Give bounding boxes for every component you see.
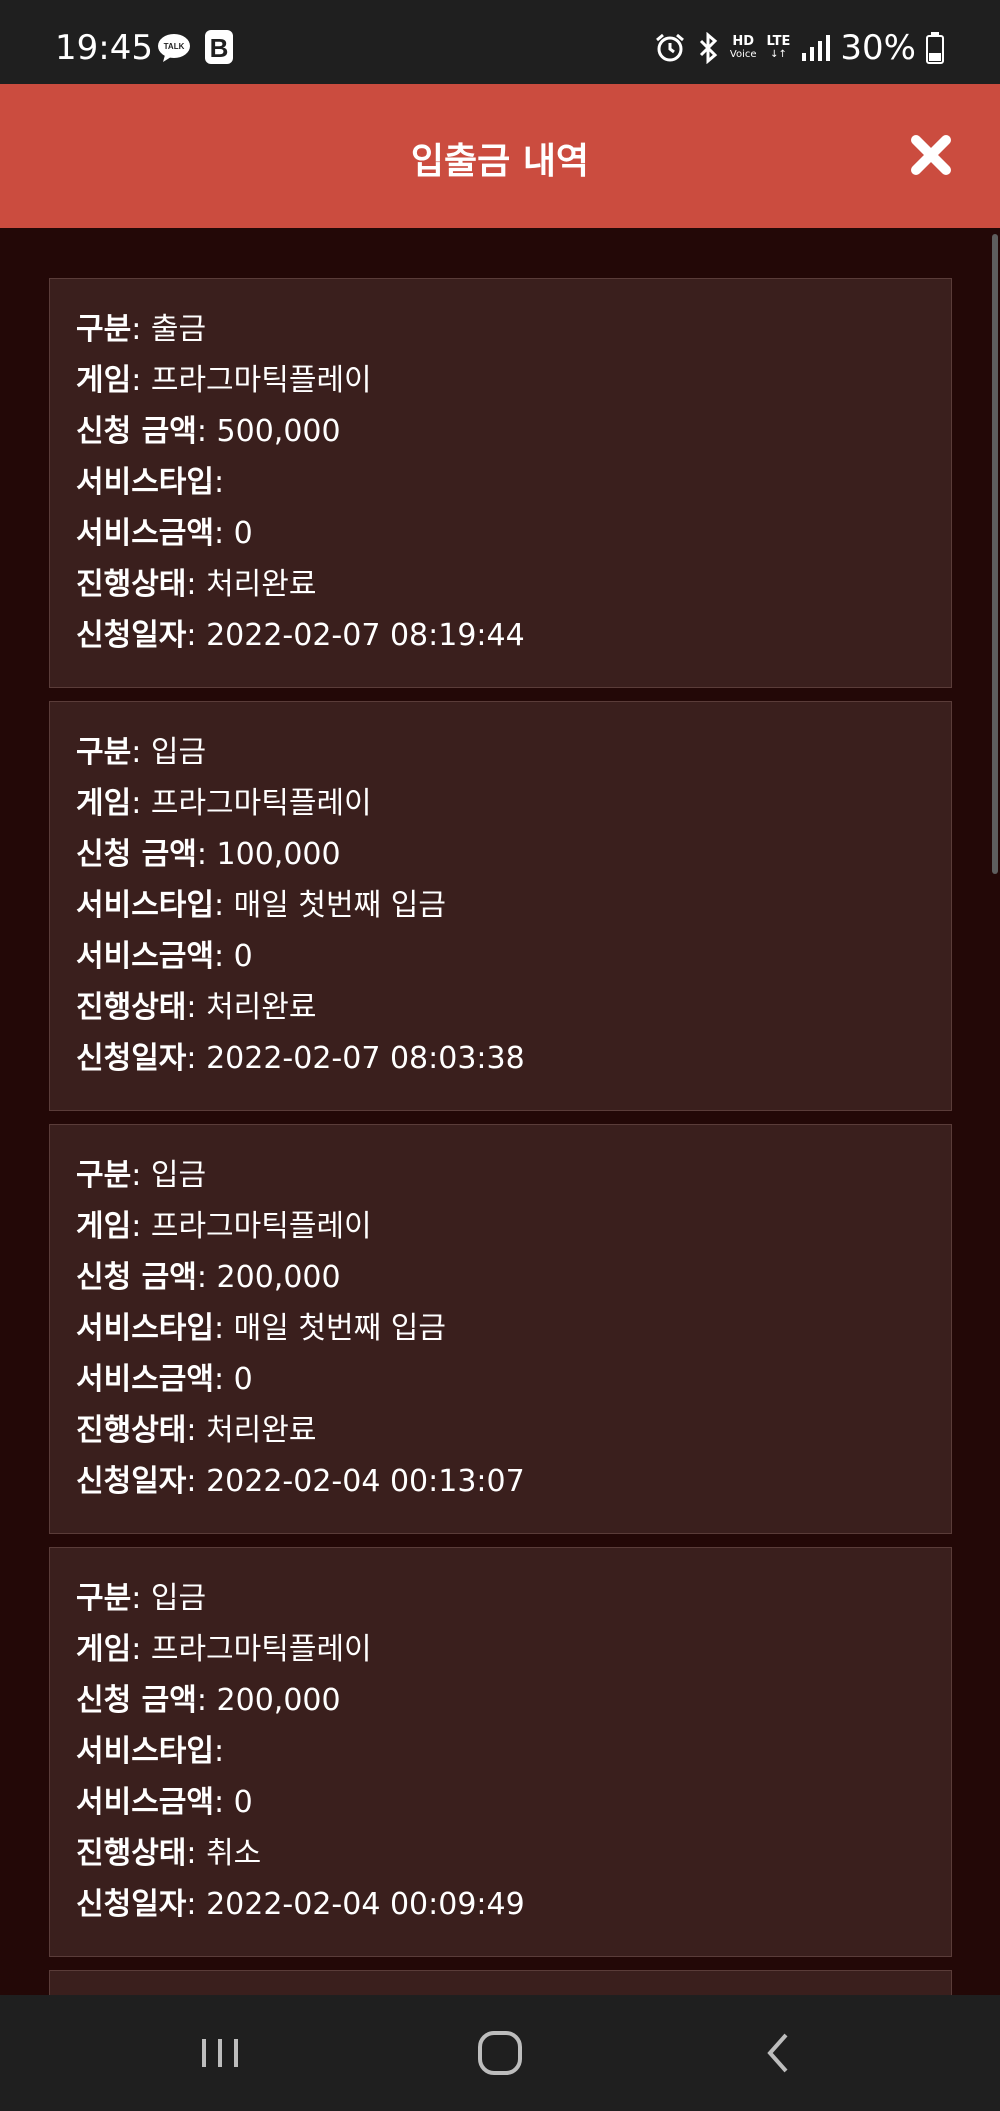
row-service-amount: 서비스금액: 0 bbox=[76, 1362, 253, 1397]
row-date: 신청일자: 2022-02-04 00:09:49 bbox=[76, 1887, 525, 1922]
row-service-type: 서비스타입: 매일 첫번째 입금 bbox=[76, 888, 446, 923]
battery-icon bbox=[926, 32, 944, 64]
row-status: 진행상태: 처리완료 bbox=[76, 990, 317, 1025]
transaction-card-partial bbox=[49, 1970, 952, 1995]
transaction-card: 구분: 입금 게임: 프라그마틱플레이 신청 금액: 200,000 서비스타입… bbox=[49, 1547, 952, 1957]
row-amount: 신청 금액: 200,000 bbox=[76, 1260, 341, 1295]
signal-icon bbox=[802, 35, 831, 61]
lte-indicator: LTE ↓↑ bbox=[766, 34, 791, 60]
row-service-type: 서비스타입: 매일 첫번째 입금 bbox=[76, 1311, 446, 1346]
row-service-type: 서비스타입: bbox=[76, 465, 225, 500]
row-type: 구분: 입금 bbox=[76, 1581, 207, 1616]
row-game: 게임: 프라그마틱플레이 bbox=[76, 1632, 372, 1667]
battery-percent: 30% bbox=[840, 28, 916, 68]
status-time: 19:45 bbox=[55, 28, 153, 68]
alarm-icon bbox=[655, 33, 684, 62]
row-game: 게임: 프라그마틱플레이 bbox=[76, 1209, 372, 1244]
row-status: 진행상태: 처리완료 bbox=[76, 1413, 317, 1448]
b-app-icon: B bbox=[205, 30, 233, 64]
close-icon[interactable] bbox=[906, 130, 956, 180]
navigation-bar bbox=[0, 1995, 1000, 2111]
kakaotalk-icon: TALK bbox=[158, 34, 190, 62]
header-bar: 입출금 내역 bbox=[0, 84, 1000, 228]
row-service-amount: 서비스금액: 0 bbox=[76, 1785, 253, 1820]
page-title: 입출금 내역 bbox=[410, 141, 590, 182]
row-amount: 신청 금액: 500,000 bbox=[76, 414, 341, 449]
recent-apps-icon[interactable] bbox=[190, 2025, 250, 2081]
row-game: 게임: 프라그마틱플레이 bbox=[76, 363, 372, 398]
row-service-amount: 서비스금액: 0 bbox=[76, 939, 253, 974]
home-icon[interactable] bbox=[470, 2025, 530, 2081]
row-amount: 신청 금액: 200,000 bbox=[76, 1683, 341, 1718]
row-date: 신청일자: 2022-02-07 08:03:38 bbox=[76, 1041, 525, 1076]
row-game: 게임: 프라그마틱플레이 bbox=[76, 786, 372, 821]
transaction-card: 구분: 입금 게임: 프라그마틱플레이 신청 금액: 100,000 서비스타입… bbox=[49, 701, 952, 1111]
scrollbar[interactable] bbox=[992, 234, 998, 874]
svg-text:B: B bbox=[210, 33, 229, 63]
bluetooth-icon bbox=[699, 32, 718, 64]
row-date: 신청일자: 2022-02-07 08:19:44 bbox=[76, 618, 525, 653]
status-bar: 19:45 TALK B HD Voice LTE ↓↑ 30% bbox=[0, 0, 1000, 84]
row-type: 구분: 입금 bbox=[76, 735, 207, 770]
row-status: 진행상태: 처리완료 bbox=[76, 567, 317, 602]
transaction-card: 구분: 출금 게임: 프라그마틱플레이 신청 금액: 500,000 서비스타입… bbox=[49, 278, 952, 688]
back-icon[interactable] bbox=[750, 2025, 810, 2081]
transaction-list[interactable]: 구분: 출금 게임: 프라그마틱플레이 신청 금액: 500,000 서비스타입… bbox=[0, 228, 1000, 1995]
row-service-amount: 서비스금액: 0 bbox=[76, 516, 253, 551]
row-date: 신청일자: 2022-02-04 00:13:07 bbox=[76, 1464, 525, 1499]
status-icons: HD Voice LTE ↓↑ 30% bbox=[654, 28, 944, 68]
row-status: 진행상태: 취소 bbox=[76, 1836, 262, 1871]
transaction-card: 구분: 입금 게임: 프라그마틱플레이 신청 금액: 200,000 서비스타입… bbox=[49, 1124, 952, 1534]
svg-text:TALK: TALK bbox=[164, 42, 185, 51]
row-amount: 신청 금액: 100,000 bbox=[76, 837, 341, 872]
row-type: 구분: 입금 bbox=[76, 1158, 207, 1193]
hd-voice-indicator: HD Voice bbox=[729, 34, 757, 60]
row-type: 구분: 출금 bbox=[76, 312, 207, 347]
row-service-type: 서비스타입: bbox=[76, 1734, 225, 1769]
